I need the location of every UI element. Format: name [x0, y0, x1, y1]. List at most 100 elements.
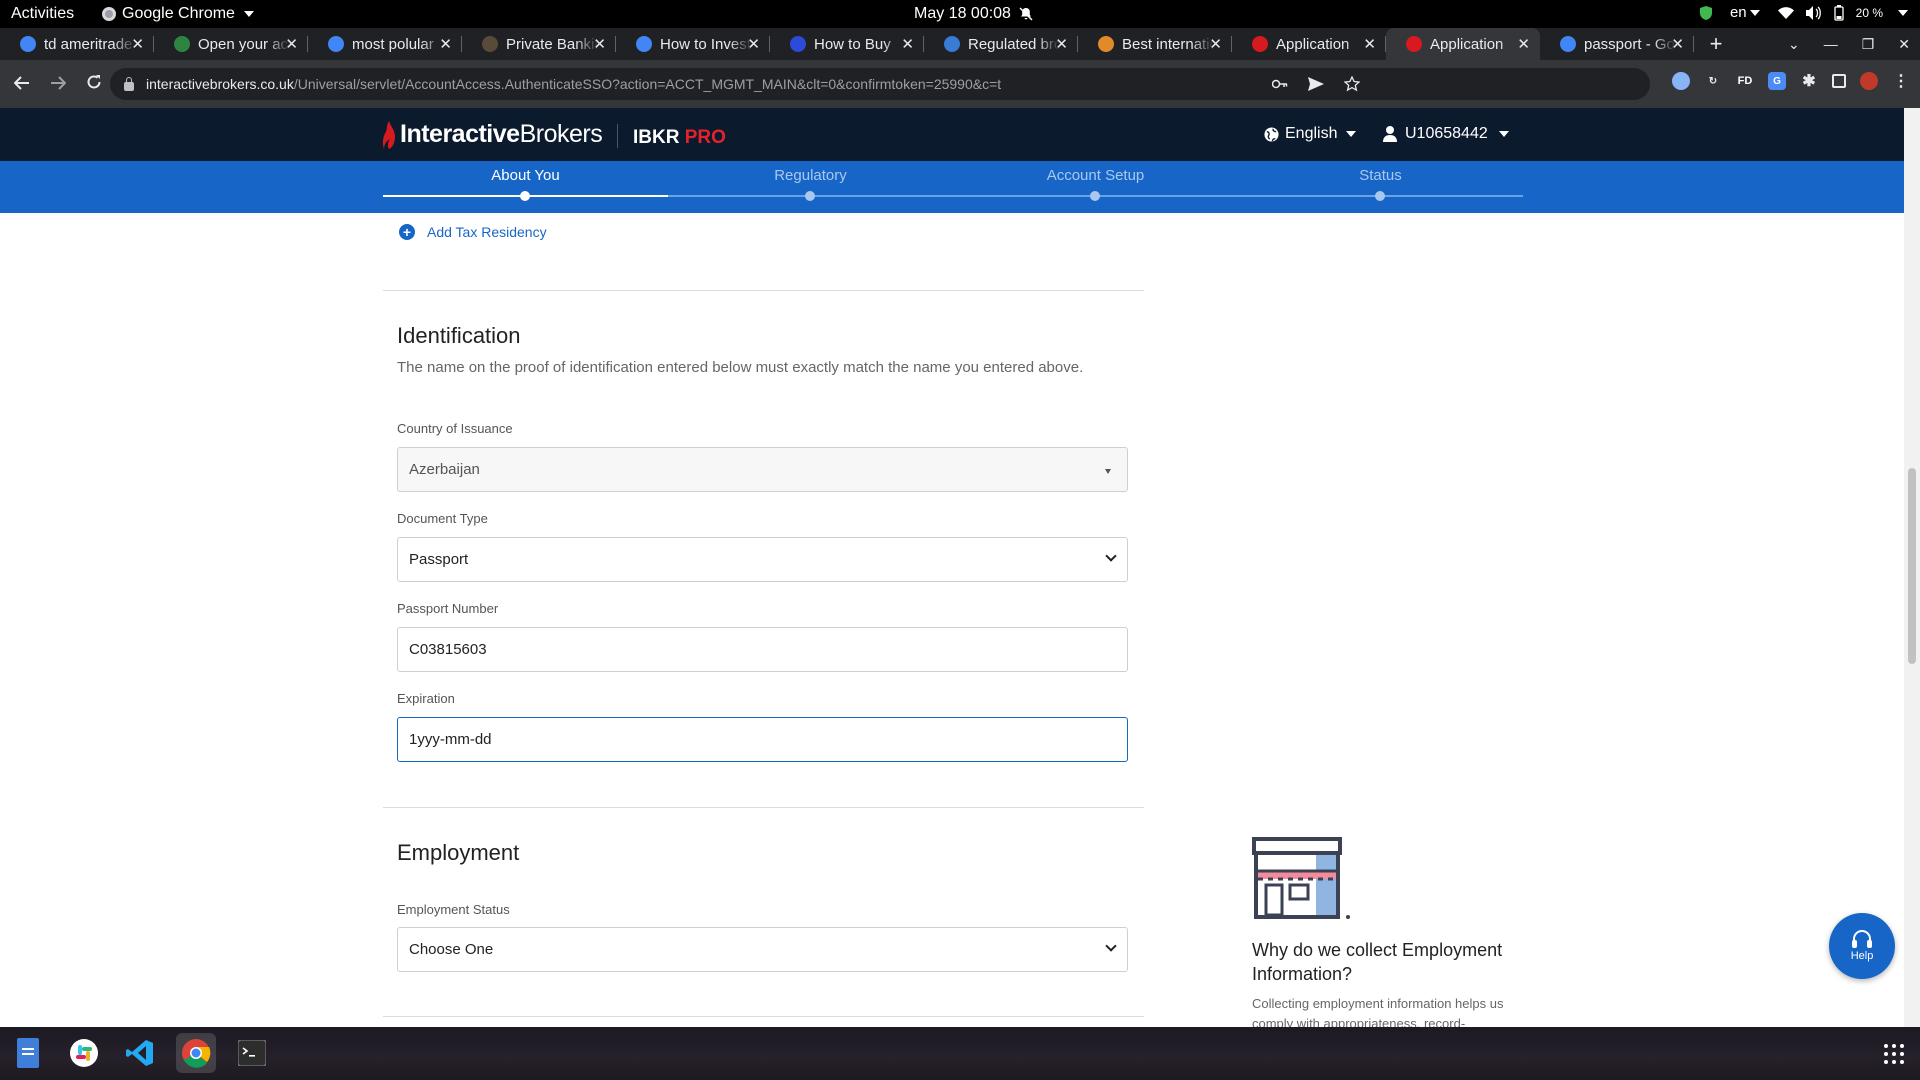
step-status[interactable]: Status [1238, 167, 1523, 184]
browser-tab[interactable]: Best international✕ [1078, 28, 1232, 60]
application-stepper: About You Regulatory Account Setup Statu… [0, 161, 1904, 213]
employment-status-label: Employment Status [397, 902, 510, 917]
back-button[interactable] [8, 73, 36, 96]
close-tab-icon[interactable]: ✕ [593, 35, 606, 53]
browser-tab[interactable]: Open your account✕ [154, 28, 308, 60]
close-tab-icon[interactable]: ✕ [439, 35, 452, 53]
expiration-label: Expiration [397, 691, 455, 706]
ib-logo[interactable]: Interactive Brokers [382, 120, 603, 149]
help-button[interactable]: Help [1829, 913, 1895, 979]
close-tab-icon[interactable]: ✕ [1055, 35, 1068, 53]
chevron-down-icon [1105, 940, 1117, 952]
close-tab-icon[interactable]: ✕ [1209, 35, 1222, 53]
reload-button[interactable] [80, 73, 108, 96]
tab-title: passport - Google [1584, 35, 1676, 53]
translate-icon[interactable]: G [1768, 72, 1786, 90]
activities-button[interactable]: Activities [11, 5, 74, 23]
country-of-issuance-label: Country of Issuance [397, 421, 513, 436]
window-controls: ⌄ — ❐ ✕ [1788, 28, 1910, 60]
side-panel-icon[interactable] [1832, 74, 1846, 88]
dock-terminal[interactable] [232, 1033, 272, 1073]
tab-title: Application [1430, 35, 1504, 53]
browser-tab[interactable]: Private Banking✕ [462, 28, 616, 60]
browser-tab[interactable]: Regulated brokers✕ [924, 28, 1078, 60]
clock[interactable]: May 18 00:08 [914, 5, 1033, 23]
dock-files[interactable] [8, 1033, 48, 1073]
country-of-issuance-select[interactable]: Azerbaijan [397, 447, 1128, 492]
new-tab-button[interactable]: + [1700, 31, 1732, 57]
browser-tab[interactable]: td ameritrade ✕ [0, 28, 154, 60]
ibkr-pro-label: IBKR PRO [633, 127, 726, 149]
close-tab-icon[interactable]: ✕ [131, 35, 144, 53]
passport-number-value: C03815603 [409, 641, 487, 658]
storefront-illustration-icon [1252, 837, 1350, 919]
browser-tab[interactable]: Application ✕ [1232, 28, 1386, 60]
forward-button[interactable] [44, 73, 72, 96]
status-icons[interactable]: 20 % [1777, 4, 1908, 21]
close-tab-icon[interactable]: ✕ [1363, 35, 1376, 53]
browser-tab[interactable]: How to Invest ✕ [616, 28, 770, 60]
step-dot-regulatory [805, 191, 815, 201]
ib-brand-regular: Brokers [519, 120, 603, 148]
key-icon[interactable] [1272, 79, 1288, 89]
language-selector[interactable]: English [1264, 125, 1357, 143]
why-collect-title: Why do we collect Employment Information… [1252, 940, 1503, 984]
close-window-icon[interactable]: ✕ [1898, 36, 1910, 53]
minimize-icon[interactable]: — [1824, 36, 1838, 52]
browser-tab[interactable]: How to Buy ✕ [770, 28, 924, 60]
tab-title: Application [1276, 35, 1350, 53]
browser-tab[interactable]: Application ✕ [1386, 28, 1540, 60]
expiration-input[interactable]: 1yyy-mm-dd [397, 717, 1128, 762]
restore-icon[interactable]: ❐ [1862, 36, 1875, 53]
chevron-down-icon [1105, 550, 1117, 562]
close-tab-icon[interactable]: ✕ [747, 35, 760, 53]
profile-extension-icon[interactable] [1672, 72, 1690, 90]
browser-tab[interactable]: most polular ✕ [308, 28, 462, 60]
chevron-down-icon [243, 11, 254, 17]
close-tab-icon[interactable]: ✕ [901, 35, 914, 53]
pro-text: PRO [684, 127, 726, 148]
close-tab-icon[interactable]: ✕ [285, 35, 298, 53]
send-icon[interactable] [1308, 77, 1324, 91]
step-about-you[interactable]: About You [383, 167, 668, 184]
profile-avatar[interactable] [1860, 72, 1878, 90]
dock-vscode[interactable] [120, 1033, 160, 1073]
browser-tab[interactable]: passport - Google✕ [1540, 28, 1694, 60]
passport-number-input[interactable]: C03815603 [397, 627, 1128, 672]
close-tab-icon[interactable]: ✕ [1671, 35, 1684, 53]
system-tray[interactable]: en 20 % [1699, 4, 1908, 21]
app-name: Google Chrome [122, 5, 235, 22]
user-menu[interactable]: U10658442 [1383, 125, 1509, 143]
country-value: Azerbaijan [409, 461, 480, 478]
app-menu[interactable]: Google Chrome [102, 5, 254, 23]
dock-chrome[interactable] [176, 1033, 216, 1073]
more-menu-icon[interactable]: ⋮ [1892, 72, 1910, 90]
document-type-value: Passport [409, 551, 469, 568]
step-regulatory[interactable]: Regulatory [668, 167, 953, 184]
dark-reader-icon[interactable]: ↻ [1704, 72, 1722, 90]
scrollbar-thumb[interactable] [1908, 468, 1916, 664]
td-icon [174, 36, 190, 52]
user-icon [1383, 126, 1397, 142]
infinity-icon [1098, 36, 1114, 52]
employment-status-select[interactable]: Choose One [397, 927, 1128, 972]
circle-icon [790, 36, 806, 52]
star-icon[interactable] [1344, 76, 1360, 92]
fd-extension-icon[interactable]: FD [1736, 72, 1754, 90]
tab-search-icon[interactable]: ⌄ [1788, 36, 1800, 53]
puzzle-icon[interactable]: ✱ [1800, 72, 1818, 90]
show-apps-icon[interactable] [1884, 1044, 1904, 1064]
step-account-setup[interactable]: Account Setup [953, 167, 1238, 184]
page-scrollbar[interactable] [1904, 108, 1920, 1027]
address-bar[interactable]: interactivebrokers.co.uk/Universal/servl… [110, 68, 1650, 100]
identification-description: The name on the proof of identification … [397, 359, 1084, 376]
wifi-icon [1777, 6, 1794, 19]
close-tab-icon[interactable]: ✕ [1517, 35, 1530, 53]
dock-slack[interactable] [64, 1033, 104, 1073]
plus-circle-icon: + [399, 224, 415, 240]
add-tax-residency-link[interactable]: + Add Tax Residency [399, 224, 547, 240]
document-type-select[interactable]: Passport [397, 537, 1128, 582]
input-language[interactable]: en [1730, 4, 1760, 21]
ib-icon [1252, 36, 1268, 52]
chrome-icon [102, 7, 116, 21]
